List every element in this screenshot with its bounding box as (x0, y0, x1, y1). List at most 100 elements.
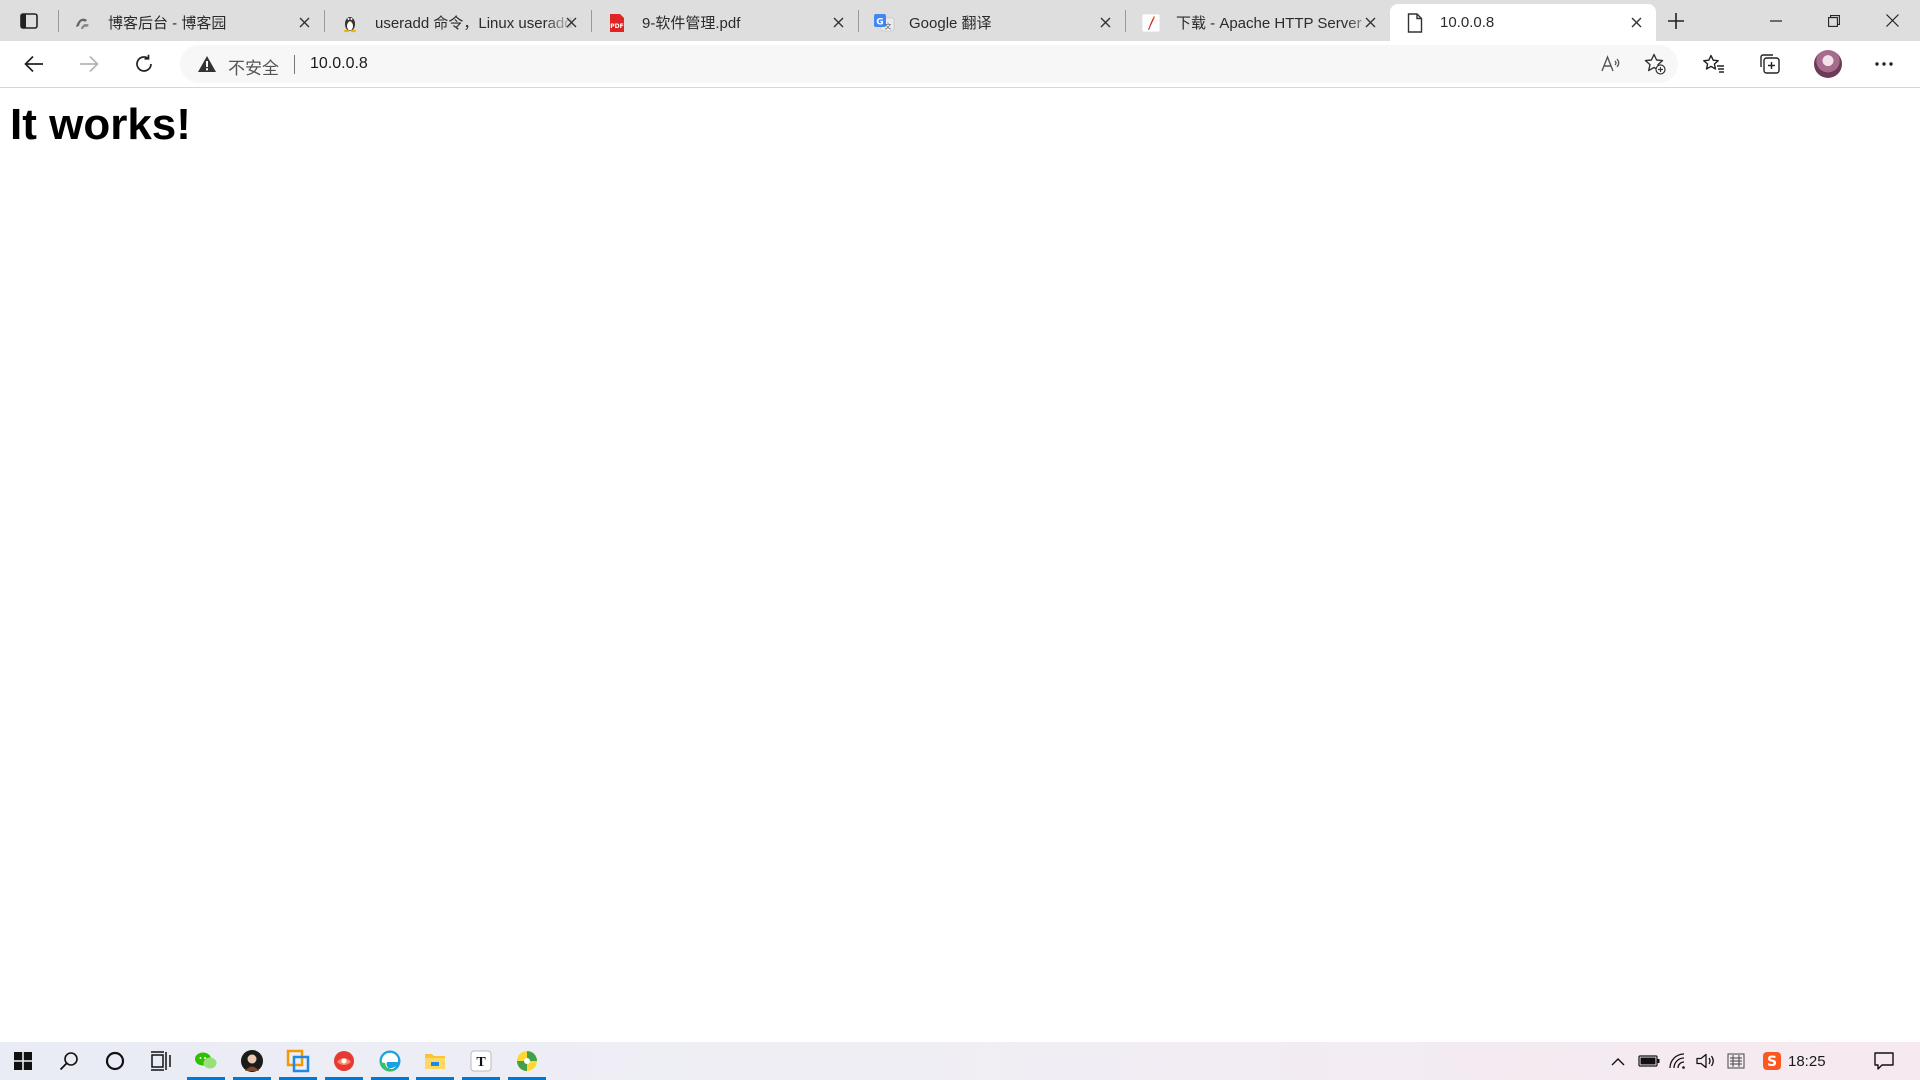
cortana-button[interactable] (92, 1042, 138, 1080)
security-status-label[interactable]: 不安全 (228, 54, 279, 79)
search-icon (59, 1052, 78, 1071)
refresh-icon (136, 54, 152, 72)
volume-tray-button[interactable] (1692, 1042, 1720, 1080)
page-heading: It works! (10, 100, 191, 149)
svg-text:G: G (876, 17, 883, 27)
battery-icon (1638, 1055, 1660, 1067)
windows-taskbar: T S 18:25 (0, 1042, 1920, 1080)
taskbar-app-avatar[interactable] (229, 1042, 275, 1080)
virtual-machine-icon (286, 1049, 310, 1073)
minimize-button[interactable] (1748, 0, 1804, 41)
tab-close-button[interactable] (828, 12, 848, 32)
red-app-icon (334, 1051, 354, 1071)
tab-close-button[interactable] (294, 12, 314, 32)
task-view-button[interactable] (138, 1042, 184, 1080)
input-method-tray-button[interactable] (1722, 1042, 1750, 1080)
windows-logo-icon (14, 1052, 32, 1070)
task-view-icon (151, 1051, 171, 1071)
search-button[interactable] (46, 1042, 92, 1080)
add-favorite-star-icon[interactable] (1640, 50, 1670, 78)
tab-close-button[interactable] (1360, 12, 1380, 32)
pdf-icon: PDF (606, 12, 628, 34)
chevron-up-icon (1611, 1057, 1625, 1065)
profile-button[interactable] (1810, 48, 1846, 80)
close-icon (299, 17, 309, 27)
taskbar-app-red[interactable] (321, 1042, 367, 1080)
edge-icon (379, 1050, 401, 1072)
tab-apache-download[interactable]: 下载 - Apache HTTP Server (1126, 4, 1390, 41)
arrow-right-icon (80, 55, 99, 73)
tab-google-translate[interactable]: G 文 Google 翻译 (859, 4, 1125, 41)
restore-icon (1828, 14, 1840, 27)
tab-close-button[interactable] (1626, 12, 1646, 32)
show-hidden-icons-button[interactable] (1604, 1042, 1632, 1080)
address-divider (294, 55, 295, 74)
google-translate-icon: G 文 (873, 12, 895, 34)
url-text[interactable]: 10.0.0.8 (310, 55, 368, 73)
tab-close-button[interactable] (561, 12, 581, 32)
typora-icon: T (470, 1050, 492, 1072)
tab-title: 下载 - Apache HTTP Server (1176, 15, 1362, 32)
close-icon (833, 17, 843, 27)
avatar (1814, 50, 1842, 78)
collections-button[interactable] (1752, 48, 1788, 80)
tab-active-10-0-0-8[interactable]: 10.0.0.8 (1390, 4, 1656, 41)
svg-text:PDF: PDF (610, 23, 623, 30)
favorites-button[interactable] (1696, 48, 1732, 80)
new-tab-button[interactable] (1660, 6, 1692, 36)
close-icon (1885, 14, 1899, 27)
warning-icon[interactable] (197, 55, 217, 73)
tab-title: useradd 命令，Linux useradd 命令详解 (375, 15, 575, 32)
settings-more-button[interactable] (1866, 48, 1902, 80)
close-icon (1100, 17, 1110, 27)
favorites-icon (1703, 54, 1724, 73)
network-tray-button[interactable] (1664, 1042, 1692, 1080)
read-aloud-icon[interactable] (1597, 50, 1627, 78)
page-icon (1404, 12, 1426, 34)
tab-cnblogs[interactable]: 博客后台 - 博客园 (58, 4, 324, 41)
back-button[interactable] (16, 48, 52, 80)
taskbar-app-edge[interactable] (367, 1042, 413, 1080)
tab-close-button[interactable] (1095, 12, 1115, 32)
browser-toolbar: 不安全 10.0.0.8 (0, 41, 1920, 88)
notification-center-button[interactable] (1864, 1042, 1904, 1080)
wifi-icon (1669, 1053, 1685, 1069)
restore-button[interactable] (1806, 0, 1862, 41)
tab-actions-icon (20, 12, 38, 29)
taskbar-app-green-yellow[interactable] (504, 1042, 550, 1080)
taskbar-app-wechat[interactable] (183, 1042, 229, 1080)
page-content: It works! (0, 88, 1920, 1042)
taskbar-app-typora[interactable]: T (458, 1042, 504, 1080)
minimize-icon (1770, 19, 1782, 22)
tab-useradd[interactable]: useradd 命令，Linux useradd 命令详解 (325, 4, 591, 41)
tab-title: 9-软件管理.pdf (642, 15, 741, 32)
address-bar[interactable]: 不安全 10.0.0.8 (180, 45, 1678, 83)
speaker-icon (1696, 1053, 1714, 1069)
sogou-s-icon: S (1763, 1052, 1781, 1070)
taskbar-app-explorer[interactable] (412, 1042, 458, 1080)
refresh-button[interactable] (126, 48, 162, 80)
cortana-circle-icon (105, 1051, 125, 1071)
svg-text:文: 文 (885, 21, 892, 30)
svg-text:T: T (476, 1055, 486, 1070)
avatar-app-icon (241, 1050, 263, 1072)
wechat-icon (195, 1052, 217, 1069)
notification-icon (1874, 1052, 1894, 1070)
tab-title: 10.0.0.8 (1440, 14, 1495, 31)
battery-tray-button[interactable] (1634, 1042, 1664, 1080)
taskbar-app-vm[interactable] (275, 1042, 321, 1080)
close-icon (1631, 17, 1641, 27)
green-yellow-app-icon (517, 1051, 537, 1071)
close-icon (566, 17, 576, 27)
sogou-tray-button[interactable]: S (1758, 1042, 1786, 1080)
svg-text:S: S (1767, 1054, 1777, 1070)
close-icon (1365, 17, 1375, 27)
start-button[interactable] (0, 1042, 46, 1080)
tab-pdf[interactable]: PDF 9-软件管理.pdf (592, 4, 858, 41)
tab-actions-button[interactable] (0, 0, 58, 41)
close-window-button[interactable] (1864, 0, 1920, 41)
forward-button[interactable] (71, 48, 107, 80)
clock-time[interactable]: 18:25 (1788, 1053, 1826, 1070)
arrow-left-icon (24, 55, 43, 73)
tab-title: 博客后台 - 博客园 (108, 15, 227, 32)
